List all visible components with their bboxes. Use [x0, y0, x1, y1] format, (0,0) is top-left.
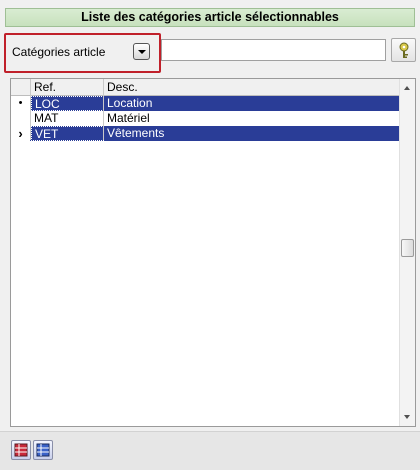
grid-line	[30, 95, 31, 140]
cell-desc[interactable]: Vêtements	[104, 126, 399, 141]
row-indicator: •	[11, 96, 30, 111]
table-row[interactable]: › VET Vêtements	[11, 126, 399, 141]
scrollbar-thumb[interactable]	[401, 239, 414, 257]
cell-ref[interactable]: VET	[31, 126, 104, 141]
table-red-icon	[14, 443, 28, 457]
grid-header: Ref. Desc.	[11, 79, 399, 96]
select-all-button[interactable]	[11, 440, 31, 460]
search-input[interactable]	[161, 39, 386, 61]
cell-desc[interactable]: Matériel	[104, 111, 399, 126]
scroll-down-icon[interactable]	[404, 415, 410, 419]
row-indicator	[11, 111, 30, 126]
column-header-ref[interactable]: Ref.	[31, 79, 104, 95]
column-header-desc[interactable]: Desc.	[104, 79, 399, 95]
table-row[interactable]: • LOC Location	[11, 96, 399, 111]
category-combo-value[interactable]: Catégories article	[12, 45, 105, 59]
footer-toolbar	[0, 431, 420, 470]
cell-ref[interactable]: LOC	[31, 96, 104, 111]
selection-panel: Liste des catégories article sélectionna…	[0, 0, 420, 470]
scroll-up-icon[interactable]	[404, 86, 410, 90]
vertical-scrollbar[interactable]	[399, 79, 415, 426]
row-indicator: ›	[11, 126, 30, 141]
table-row[interactable]: MAT Matériel	[11, 111, 399, 126]
table-blue-icon	[36, 443, 50, 457]
panel-title: Liste des catégories article sélectionna…	[5, 8, 415, 27]
filter-toolbar: Catégories article	[0, 30, 420, 76]
category-grid[interactable]: Ref. Desc. • LOC Location MAT Matériel ›…	[10, 78, 416, 427]
indicator-header	[11, 79, 31, 95]
category-combo-highlight: Catégories article	[4, 33, 161, 73]
search-button[interactable]	[391, 38, 416, 62]
chevron-down-icon[interactable]	[133, 43, 150, 60]
cell-desc[interactable]: Location	[104, 96, 399, 111]
grid-line	[103, 95, 104, 140]
deselect-all-button[interactable]	[33, 440, 53, 460]
cell-ref[interactable]: MAT	[31, 111, 104, 126]
key-search-icon	[399, 42, 409, 58]
